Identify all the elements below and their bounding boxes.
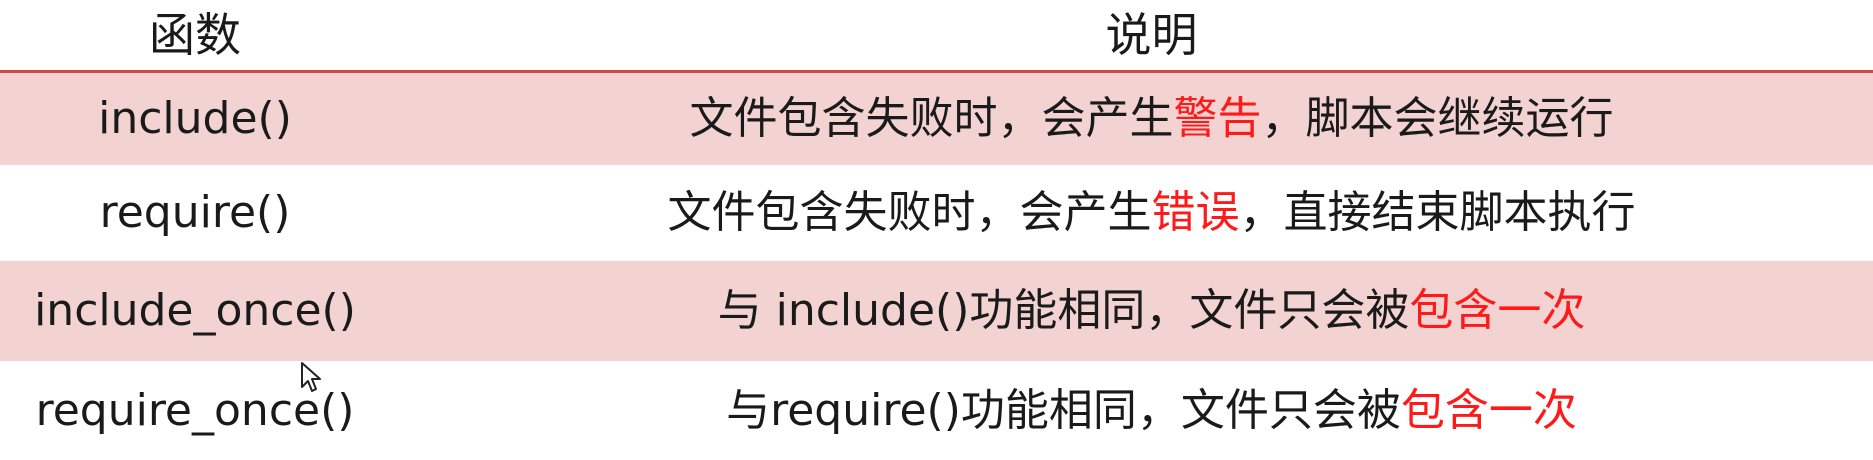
description-text: ，直接结束脚本执行 <box>1239 187 1636 238</box>
description-highlight: 包含一次 <box>1409 285 1586 336</box>
description-text: 文件包含失败时，会产生 <box>667 187 1152 238</box>
functions-table: 函数 说明 include() 文件包含失败时，会产生警告，脚本会继续运行 re… <box>0 0 1873 460</box>
description-text: ，脚本会继续运行 <box>1261 93 1614 144</box>
table-row: require_once() 与require()功能相同，文件只会被包含一次 <box>0 361 1873 460</box>
description-text: 与require()功能相同，文件只会被 <box>726 384 1401 436</box>
function-description: 与 include()功能相同，文件只会被包含一次 <box>390 289 1873 333</box>
function-name: require_once() <box>35 384 355 436</box>
function-name: include() <box>98 93 292 144</box>
mouse-pointer-icon <box>301 362 321 392</box>
function-description: 文件包含失败时，会产生警告，脚本会继续运行 <box>390 97 1873 141</box>
header-function: 函数 <box>149 8 241 62</box>
table-row: require() 文件包含失败时，会产生错误，直接结束脚本执行 <box>0 165 1873 261</box>
table-header-row: 函数 说明 <box>0 0 1873 73</box>
function-name: include_once() <box>34 285 356 336</box>
description-text: 文件包含失败时，会产生 <box>689 93 1174 144</box>
description-highlight: 警告 <box>1173 93 1262 144</box>
description-highlight: 包含一次 <box>1400 384 1577 436</box>
description-text: 与 include()功能相同，文件只会被 <box>717 285 1410 336</box>
function-description: 与require()功能相同，文件只会被包含一次 <box>390 388 1873 433</box>
description-highlight: 错误 <box>1151 187 1240 238</box>
table-row: include() 文件包含失败时，会产生警告，脚本会继续运行 <box>0 73 1873 165</box>
function-name: require() <box>99 187 291 238</box>
function-description: 文件包含失败时，会产生错误，直接结束脚本执行 <box>390 191 1873 235</box>
table-row: include_once() 与 include()功能相同，文件只会被包含一次 <box>0 261 1873 361</box>
header-description: 说明 <box>1105 8 1198 62</box>
